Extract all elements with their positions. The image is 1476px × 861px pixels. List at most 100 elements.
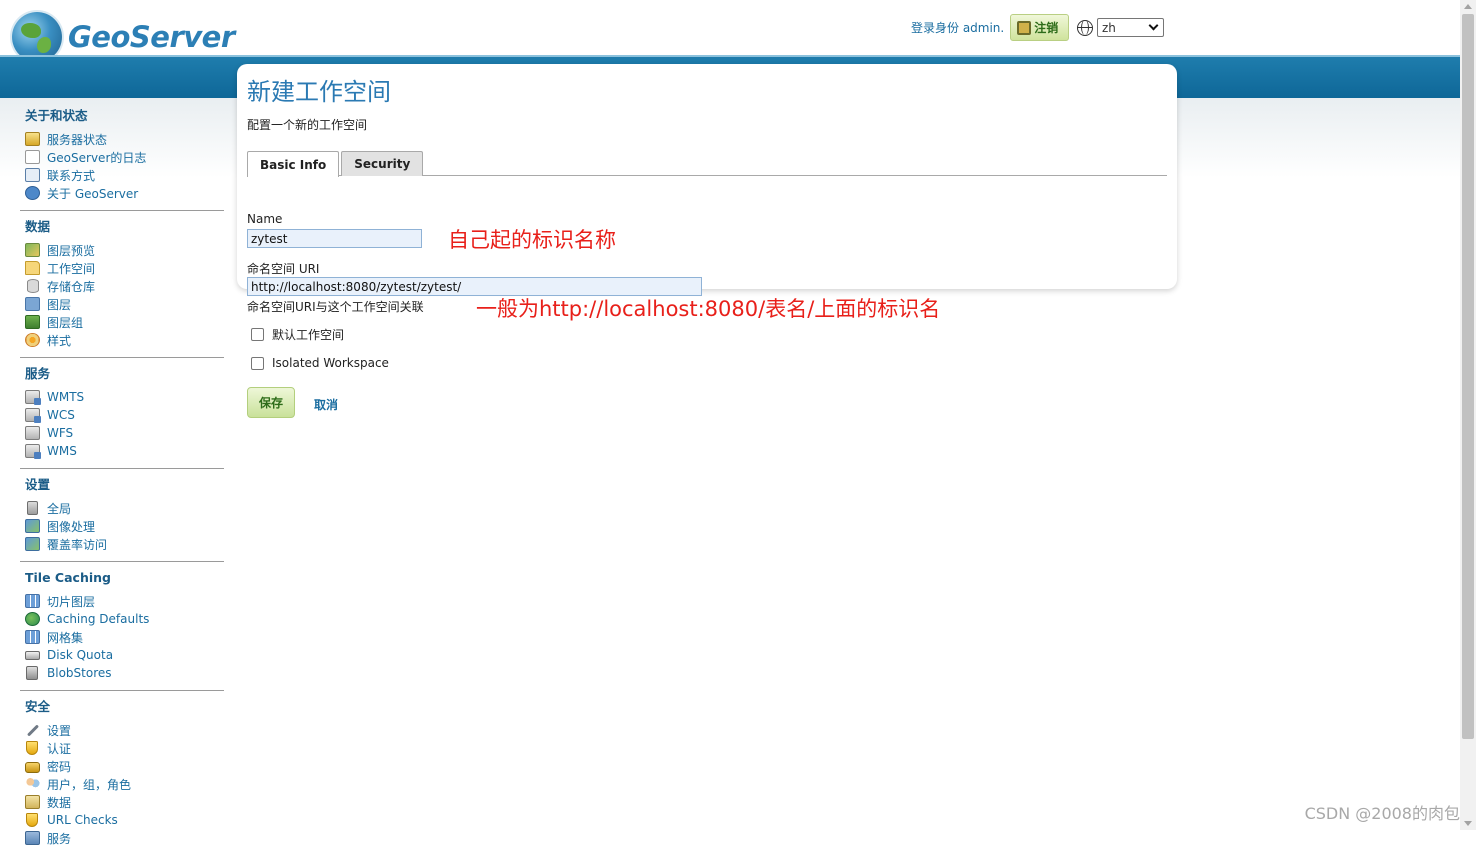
sidebar-item-label: WCS: [47, 408, 75, 422]
sidebar-item-label: 切片图层: [47, 594, 96, 609]
nav-section-data: 数据 图层预览 工作空间 存储仓库 图层 图层组 样式: [20, 217, 224, 358]
scroll-down-arrow-icon[interactable]: [1464, 821, 1472, 826]
sidebar-item-image-processing[interactable]: 图像处理: [25, 517, 224, 535]
sidebar-item-caching-defaults[interactable]: Caching Defaults: [25, 610, 224, 628]
sidebar-item-label: 工作空间: [47, 261, 96, 276]
sidebar-item-disk-quota[interactable]: Disk Quota: [25, 646, 224, 664]
nav-section-services: 服务 WMTS WCS WFS WMS: [20, 364, 224, 469]
name-annotation: 自己起的标识名称: [448, 228, 616, 252]
nav-section-tile-caching: Tile Caching 切片图层 Caching Defaults 网格集 D…: [20, 568, 224, 691]
language-value: zh: [1102, 20, 1116, 35]
sidebar-item-url-checks[interactable]: URL Checks: [25, 811, 224, 829]
sidebar-item-tile-layers[interactable]: 切片图层: [25, 592, 224, 610]
service-icon: [25, 390, 41, 405]
shield-icon: [26, 813, 38, 827]
tab-bar: Basic Info Security: [247, 151, 1167, 177]
service-security-icon: [25, 831, 40, 845]
sidebar-item-logs[interactable]: GeoServer的日志: [25, 148, 224, 166]
sidebar-item-layer-groups[interactable]: 图层组: [25, 313, 224, 331]
sidebar-item-label: 联系方式: [47, 168, 96, 183]
sidebar-item-users-groups-roles[interactable]: 用户，组，角色: [25, 775, 224, 793]
sidebar-nav: 关于和状态 服务器状态 GeoServer的日志 联系方式 关于 GeoServ…: [20, 106, 224, 861]
page-subtitle: 配置一个新的工作空间: [247, 118, 368, 132]
sidebar-item-label: 密码: [47, 759, 72, 774]
cancel-link[interactable]: 取消: [314, 396, 338, 413]
service-icon: [25, 408, 41, 423]
tab-basic-info[interactable]: Basic Info: [247, 151, 340, 177]
sidebar-item-stores[interactable]: 存储仓库: [25, 277, 224, 295]
layer-group-icon: [25, 315, 40, 329]
isolated-workspace-row: Isolated Workspace: [251, 356, 389, 370]
watermark: CSDN @2008的肉包: [1304, 804, 1460, 823]
data-icon: [25, 795, 40, 809]
status-icon: [25, 132, 40, 146]
scroll-up-arrow-icon[interactable]: [1464, 4, 1472, 9]
sidebar-item-label: WMTS: [47, 390, 85, 404]
lock-icon: [25, 762, 40, 773]
coverage-icon: [25, 537, 40, 551]
sidebar-item-contact[interactable]: 联系方式: [25, 166, 224, 184]
sidebar-item-about[interactable]: 关于 GeoServer: [25, 184, 224, 202]
tab-security[interactable]: Security: [341, 151, 424, 176]
sidebar-item-label: Caching Defaults: [47, 612, 150, 626]
isolated-workspace-checkbox[interactable]: [251, 356, 264, 370]
sidebar-item-wfs[interactable]: WFS: [25, 424, 224, 442]
sidebar-item-label: WMS: [47, 444, 77, 458]
uri-annotation: 一般为http://localhost:8080/表名/上面的标识名: [476, 297, 941, 321]
global-icon: [27, 501, 38, 515]
scroll-thumb[interactable]: [1462, 14, 1474, 739]
nav-section-title: 设置: [25, 477, 51, 492]
language-area: zh: [1077, 18, 1164, 37]
default-workspace-label: 默认工作空间: [272, 328, 345, 342]
vertical-scrollbar[interactable]: [1460, 0, 1476, 830]
default-workspace-row: 默认工作空间: [251, 326, 344, 343]
sidebar-item-label: GeoServer的日志: [47, 150, 147, 165]
service-icon: [25, 444, 41, 459]
sidebar-item-label: 用户，组，角色: [47, 777, 132, 792]
sidebar-item-security-settings[interactable]: 设置: [25, 721, 224, 739]
sidebar-item-label: 存储仓库: [47, 279, 96, 294]
chevron-down-icon: [1148, 20, 1159, 31]
sidebar-item-authentication[interactable]: 认证: [25, 739, 224, 757]
sidebar-item-passwords[interactable]: 密码: [25, 757, 224, 775]
sidebar-item-wcs[interactable]: WCS: [25, 406, 224, 424]
disk-icon: [25, 650, 40, 660]
sidebar-item-global[interactable]: 全局: [25, 499, 224, 517]
sidebar-item-data-security[interactable]: 数据: [25, 793, 224, 811]
log-icon: [25, 150, 40, 164]
logout-label: 注销: [1034, 21, 1059, 35]
sidebar-item-wms[interactable]: WMS: [25, 442, 224, 460]
save-button[interactable]: 保存: [247, 387, 295, 418]
sidebar-item-label: BlobStores: [47, 666, 112, 680]
sidebar-item-gridsets[interactable]: 网格集: [25, 628, 224, 646]
sidebar-item-server-status[interactable]: 服务器状态: [25, 130, 224, 148]
service-icon: [25, 426, 40, 440]
sidebar-item-layers[interactable]: 图层: [25, 295, 224, 313]
sidebar-item-workspaces[interactable]: 工作空间: [25, 259, 224, 277]
contact-icon: [25, 168, 40, 182]
logout-button[interactable]: 注销: [1010, 14, 1070, 41]
sidebar-item-service-security[interactable]: 服务: [25, 829, 224, 847]
sidebar-item-blobstores[interactable]: BlobStores: [25, 664, 224, 682]
nav-section-title: Tile Caching: [25, 570, 111, 585]
name-input[interactable]: zytest: [247, 229, 422, 248]
language-select[interactable]: zh: [1097, 18, 1164, 37]
default-workspace-checkbox[interactable]: [251, 328, 264, 341]
sidebar-item-label: Disk Quota: [47, 648, 114, 662]
about-icon: [25, 186, 40, 200]
logout-icon: [1017, 20, 1032, 35]
sidebar-item-styles[interactable]: 样式: [25, 331, 224, 349]
sidebar-item-label: 数据: [47, 795, 72, 810]
sidebar-item-coverage-access[interactable]: 覆盖率访问: [25, 535, 224, 553]
sidebar-item-label: URL Checks: [47, 813, 118, 827]
store-icon: [27, 279, 39, 293]
sidebar-item-label: 图层: [47, 297, 72, 312]
sidebar-item-layer-preview[interactable]: 图层预览: [25, 241, 224, 259]
sidebar-item-wmts[interactable]: WMTS: [25, 388, 224, 406]
logo-text: GeoServer: [68, 20, 235, 54]
sidebar-item-label: WFS: [47, 426, 74, 440]
sidebar-item-label: 样式: [47, 333, 72, 348]
shield-icon: [26, 741, 38, 755]
sidebar-item-label: 设置: [47, 723, 72, 738]
nav-section-title: 数据: [25, 219, 51, 234]
